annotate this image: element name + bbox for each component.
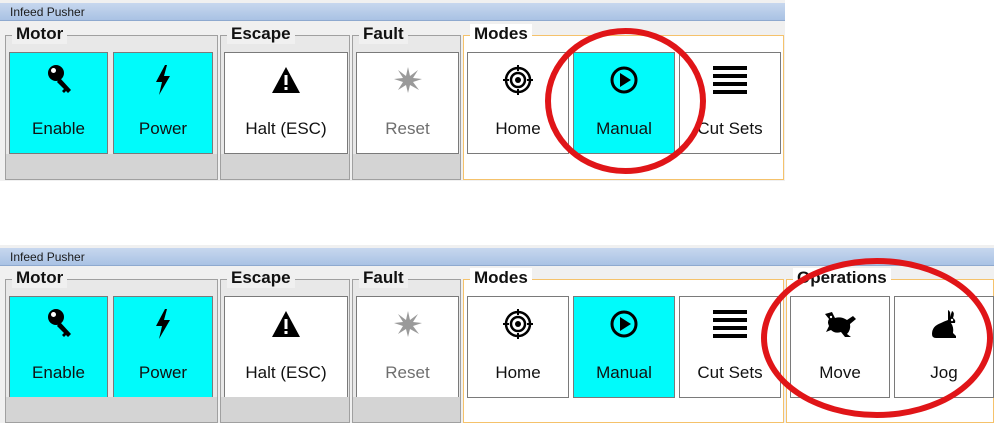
cut-sets-label: Cut Sets	[697, 363, 763, 382]
fault-group: Fault Reset	[352, 268, 461, 423]
enable-button[interactable]: Enable	[9, 52, 108, 154]
warning-icon	[225, 63, 347, 97]
target-icon	[468, 63, 568, 97]
modes-group: Modes Home Manual Cut Sets	[463, 24, 784, 180]
manual-button[interactable]: Manual	[573, 52, 675, 154]
reset-button[interactable]: Reset	[356, 52, 459, 154]
modes-group-label: Modes	[470, 268, 532, 288]
motor-group-label: Motor	[12, 268, 68, 288]
power-button[interactable]: Power	[113, 296, 213, 398]
enable-button[interactable]: Enable	[9, 296, 108, 398]
power-label: Power	[138, 119, 188, 138]
window-title: Infeed Pusher	[0, 248, 994, 266]
motor-group-label: Motor	[12, 24, 68, 44]
cut-sets-button[interactable]: Cut Sets	[679, 52, 781, 154]
hare-icon	[791, 307, 889, 341]
manual-label: Manual	[596, 119, 652, 138]
enable-label: Enable	[32, 363, 85, 382]
list-icon	[680, 307, 780, 341]
fault-group: Fault Reset	[352, 24, 461, 180]
halt-esc-button[interactable]: Halt (ESC)	[224, 296, 348, 398]
escape-group: Escape Halt (ESC)	[220, 268, 350, 423]
halt-esc-button[interactable]: Halt (ESC)	[224, 52, 348, 154]
fault-group-label: Fault	[359, 24, 408, 44]
enable-label: Enable	[32, 119, 85, 138]
jog-label: Jog	[930, 363, 958, 382]
power-button[interactable]: Power	[113, 52, 213, 154]
reset-label: Reset	[385, 363, 430, 382]
home-button[interactable]: Home	[467, 52, 569, 154]
motor-group: Motor Enable Power	[5, 268, 218, 423]
power-label: Power	[138, 363, 188, 382]
cut-sets-button[interactable]: Cut Sets	[679, 296, 781, 398]
fault-group-label: Fault	[359, 268, 408, 288]
motor-group: Motor Enable Power	[5, 24, 218, 180]
target-icon	[468, 307, 568, 341]
key-icon	[10, 307, 107, 341]
home-button[interactable]: Home	[467, 296, 569, 398]
play-icon	[574, 307, 674, 341]
manual-button[interactable]: Manual	[573, 296, 675, 398]
escape-group-label: Escape	[227, 268, 295, 288]
modes-group-label: Modes	[470, 24, 532, 44]
play-icon	[574, 63, 674, 97]
window-title: Infeed Pusher	[0, 3, 785, 21]
lightning-icon	[114, 307, 212, 341]
lightning-icon	[114, 63, 212, 97]
key-icon	[10, 63, 107, 97]
warning-icon	[225, 307, 347, 341]
home-label: Home	[495, 119, 541, 138]
halt-esc-label: Halt (ESC)	[245, 363, 327, 382]
rabbit-icon	[895, 307, 993, 341]
reset-label: Reset	[385, 119, 430, 138]
move-label: Move	[819, 363, 861, 382]
operations-group-label: Operations	[793, 268, 891, 288]
list-icon	[680, 63, 780, 97]
cut-sets-label: Cut Sets	[697, 119, 763, 138]
modes-group: Modes Home Manual Cut Sets	[463, 268, 784, 423]
infeed-pusher-panel-2: Infeed Pusher Motor Enable Power Escape …	[0, 245, 994, 423]
burst-icon	[357, 63, 458, 97]
escape-group: Escape Halt (ESC)	[220, 24, 350, 180]
burst-icon	[357, 307, 458, 341]
jog-button[interactable]: Jog	[894, 296, 994, 398]
manual-label: Manual	[596, 363, 652, 382]
operations-group: Operations Move Jog	[786, 268, 994, 423]
infeed-pusher-panel-1: Infeed Pusher Motor Enable Power Escape …	[0, 0, 785, 181]
escape-group-label: Escape	[227, 24, 295, 44]
halt-esc-label: Halt (ESC)	[245, 119, 327, 138]
move-button[interactable]: Move	[790, 296, 890, 398]
reset-button[interactable]: Reset	[356, 296, 459, 398]
home-label: Home	[495, 363, 541, 382]
